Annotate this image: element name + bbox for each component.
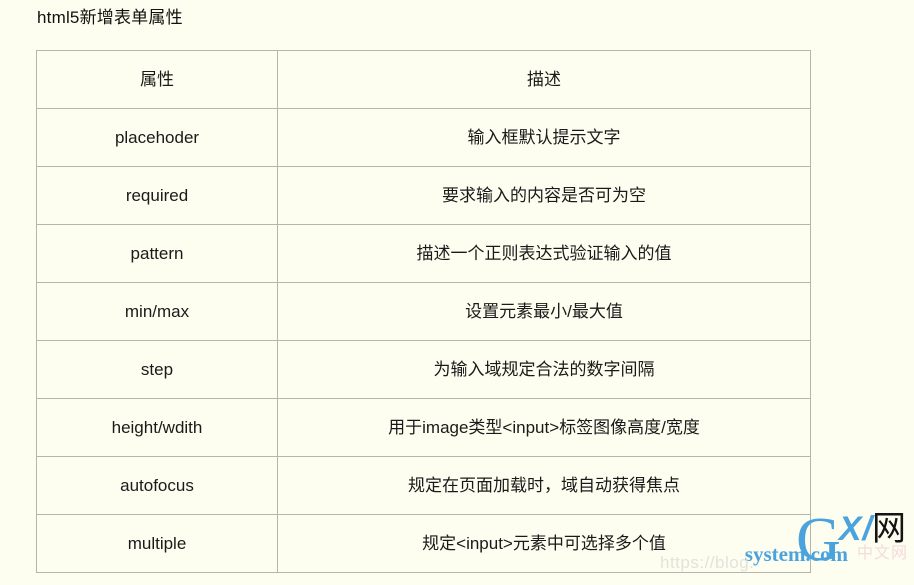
cell-description: 要求输入的内容是否可为空 <box>277 166 811 225</box>
column-header-description: 描述 <box>277 50 811 109</box>
cell-attribute: multiple <box>36 514 278 573</box>
table-row: autofocus 规定在页面加载时，域自动获得焦点 <box>36 456 811 515</box>
table-row: pattern 描述一个正则表达式验证输入的值 <box>36 224 811 283</box>
table-row: step 为输入域规定合法的数字间隔 <box>36 340 811 399</box>
cell-description: 设置元素最小/最大值 <box>277 282 811 341</box>
column-header-attribute: 属性 <box>36 50 278 109</box>
table-header-row: 属性 描述 <box>36 50 811 109</box>
watermark-logo-slash: / <box>862 510 872 548</box>
cell-attribute: pattern <box>36 224 278 283</box>
table-row: required 要求输入的内容是否可为空 <box>36 166 811 225</box>
cell-description: 为输入域规定合法的数字间隔 <box>277 340 811 399</box>
cell-attribute: autofocus <box>36 456 278 515</box>
table-body: placehoder 输入框默认提示文字 required 要求输入的内容是否可… <box>36 108 811 573</box>
page-title: html5新增表单属性 <box>37 8 183 27</box>
cell-attribute: height/wdith <box>36 398 278 457</box>
table-row: placehoder 输入框默认提示文字 <box>36 108 811 167</box>
cell-description: 输入框默认提示文字 <box>277 108 811 167</box>
table-row: min/max 设置元素最小/最大值 <box>36 282 811 341</box>
cell-description: 规定在页面加载时，域自动获得焦点 <box>277 456 811 515</box>
cell-description: 用于image类型<input>标签图像高度/宽度 <box>277 398 811 457</box>
cell-attribute: placehoder <box>36 108 278 167</box>
cell-attribute: required <box>36 166 278 225</box>
table-header: 属性 描述 <box>36 50 811 109</box>
cell-attribute: min/max <box>36 282 278 341</box>
cell-description: 描述一个正则表达式验证输入的值 <box>277 224 811 283</box>
watermark-url-text: https://blog. <box>660 553 755 572</box>
table-row: height/wdith 用于image类型<input>标签图像高度/宽度 <box>36 398 811 457</box>
watermark-logo-system: system.com <box>744 542 848 566</box>
cell-attribute: step <box>36 340 278 399</box>
watermark-logo-net: 网 <box>872 509 906 549</box>
html5-form-attributes-table: 属性 描述 placehoder 输入框默认提示文字 required 要求输入… <box>36 50 811 573</box>
